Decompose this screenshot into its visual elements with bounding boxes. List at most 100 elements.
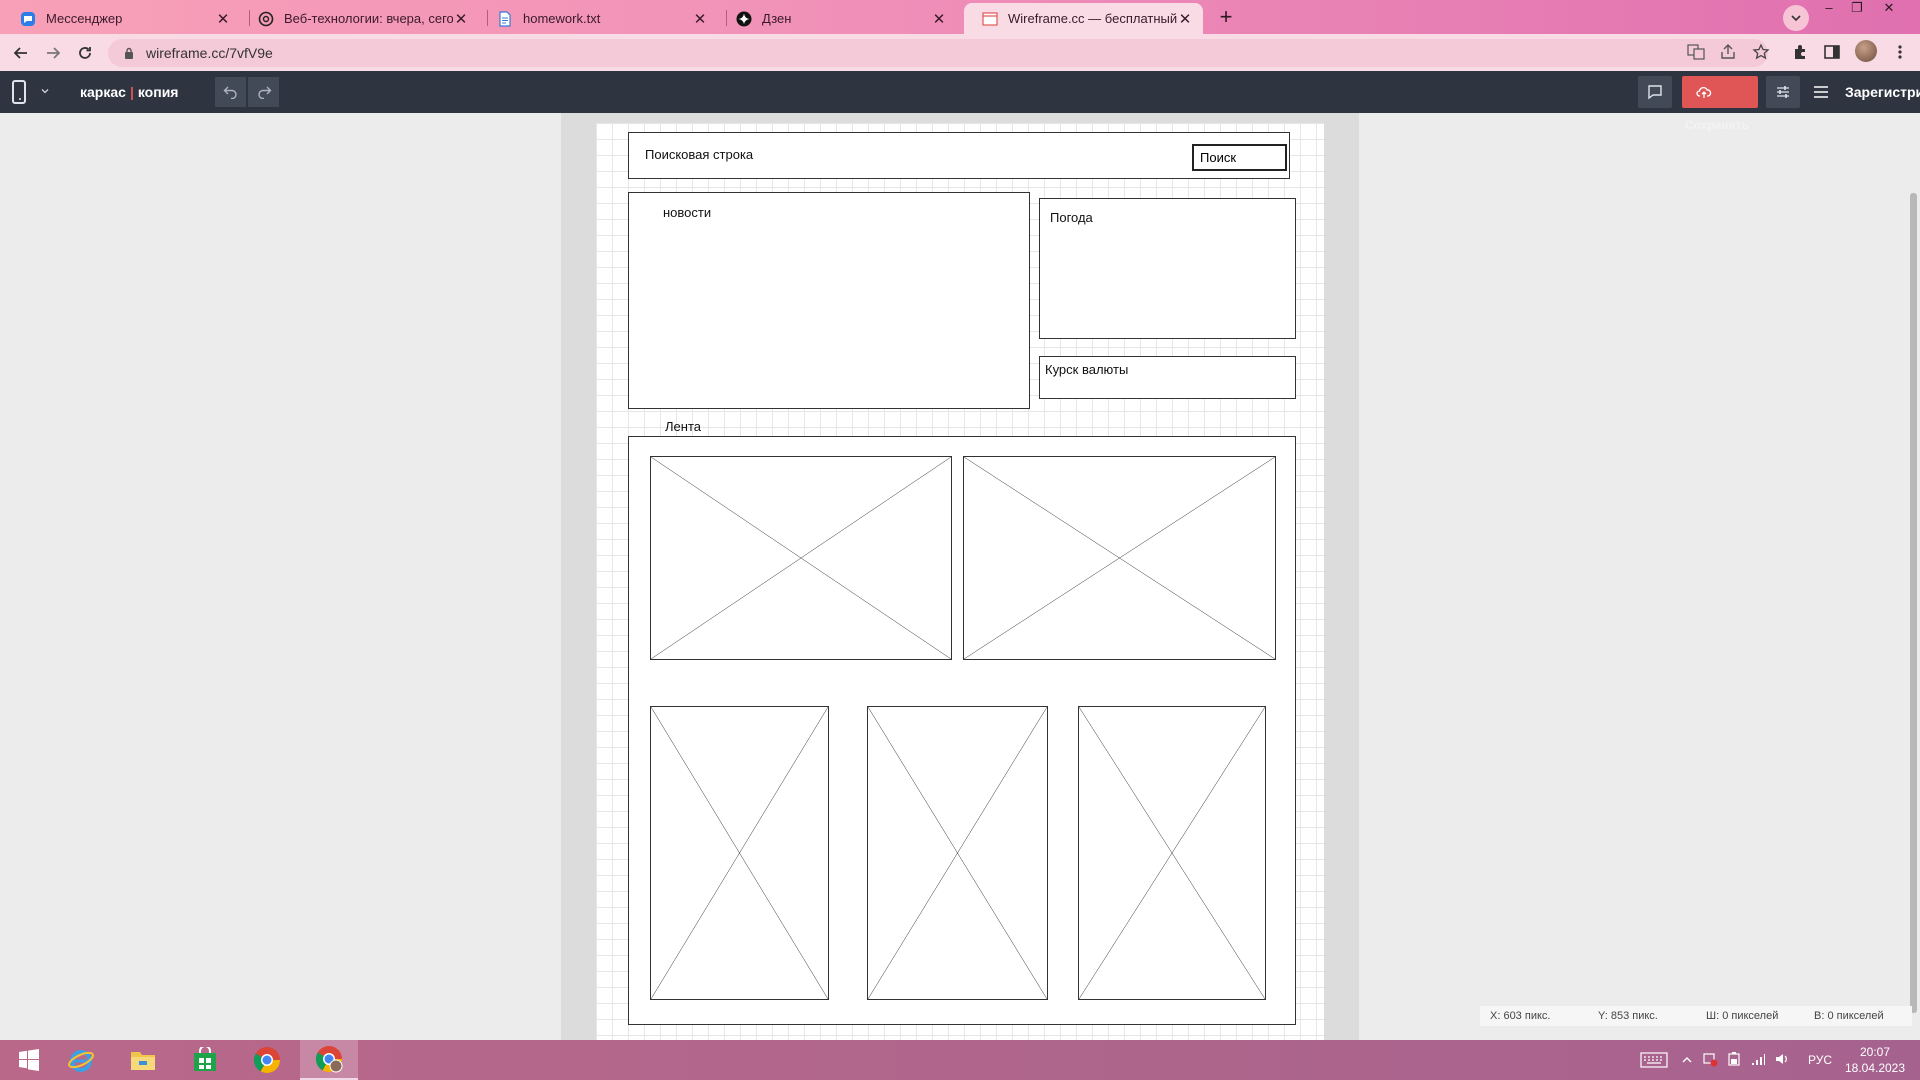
close-icon[interactable]: ✕	[692, 10, 708, 28]
wifi-icon[interactable]	[1750, 1051, 1766, 1070]
close-icon[interactable]: ✕	[931, 10, 947, 28]
close-icon[interactable]: ✕	[215, 10, 231, 28]
url-text: wireframe.cc/7vfV9e	[146, 45, 273, 61]
translate-icon[interactable]	[1684, 40, 1708, 64]
coord-width: Ш: 0 пикселей	[1706, 1010, 1779, 1022]
file-explorer-icon[interactable]	[114, 1040, 172, 1080]
windows-start-icon[interactable]	[0, 1040, 58, 1080]
document-icon	[497, 10, 513, 27]
register-link[interactable]: Зарегистри	[1845, 84, 1920, 100]
chevron-up-icon[interactable]	[1682, 1053, 1692, 1067]
tab-title: Веб-технологии: вчера, сегодня	[284, 11, 453, 26]
system-tray: РУС	[1640, 1040, 1832, 1080]
tab-homework[interactable]: homework.txt ✕	[479, 3, 718, 34]
extensions-icon[interactable]	[1788, 40, 1812, 64]
clock-date: 18.04.2023	[1844, 1061, 1906, 1075]
coord-x: X: 603 пикс.	[1490, 1010, 1551, 1022]
volume-icon[interactable]	[1774, 1051, 1790, 1070]
address-bar[interactable]: wireframe.cc/7vfV9e	[108, 39, 1768, 67]
undo-button[interactable]	[215, 77, 246, 107]
chrome-icon[interactable]	[238, 1040, 296, 1080]
profile-avatar[interactable]	[1855, 40, 1877, 62]
image-placeholder[interactable]	[650, 706, 829, 1000]
coord-height: В: 0 пикселей	[1814, 1010, 1884, 1022]
restore-button[interactable]: ❐	[1842, 0, 1872, 20]
close-icon[interactable]: ✕	[453, 10, 469, 28]
app-title: каркас | копия	[80, 84, 178, 100]
project-subtitle: копия	[137, 84, 179, 100]
window-close-button[interactable]: ✕	[1874, 0, 1904, 20]
history-controls	[215, 77, 279, 107]
image-placeholder[interactable]	[650, 456, 952, 660]
windows-taskbar: РУС 20:07 18.04.2023	[0, 1040, 1920, 1080]
cloud-upload-icon	[1696, 86, 1712, 98]
forward-button[interactable]	[40, 40, 66, 66]
image-placeholder[interactable]	[1078, 706, 1266, 1000]
store-icon[interactable]	[176, 1040, 234, 1080]
back-button[interactable]	[8, 40, 34, 66]
image-placeholder[interactable]	[963, 456, 1276, 660]
vertical-scrollbar[interactable]	[1910, 193, 1917, 1013]
device-selector-icon[interactable]	[12, 80, 26, 104]
new-tab-button[interactable]: +	[1213, 5, 1239, 31]
title-divider: |	[129, 84, 134, 100]
news-block[interactable]	[628, 192, 1030, 409]
search-bar-label: Поисковая строка	[645, 147, 754, 162]
project-name: каркас	[80, 84, 126, 100]
side-panel-icon[interactable]	[1820, 40, 1844, 64]
reload-button[interactable]	[72, 40, 98, 66]
keyboard-icon[interactable]	[1640, 1051, 1668, 1069]
news-label: новости	[663, 205, 712, 220]
feed-label: Лента	[665, 419, 701, 434]
redo-button[interactable]	[248, 77, 279, 107]
chrome-profile-icon[interactable]	[300, 1040, 358, 1080]
settings-button[interactable]	[1766, 76, 1800, 108]
redo-icon	[257, 86, 271, 99]
reload-icon	[79, 47, 91, 59]
chevron-down-icon[interactable]	[40, 86, 50, 96]
clock-time: 20:07	[1859, 1045, 1891, 1059]
bookmark-star-icon[interactable]	[1749, 40, 1773, 64]
undo-icon	[223, 86, 237, 99]
tab-title: Wireframe.cc — бесплатный он	[1008, 11, 1177, 26]
browser-tab-strip: Мессенджер ✕ Веб-технологии: вчера, сего…	[0, 0, 1920, 34]
tab-web-technologies[interactable]: Веб-технологии: вчера, сегодня ✕	[240, 3, 479, 34]
weather-label: Погода	[1050, 210, 1093, 225]
chevron-down-icon	[1791, 15, 1801, 22]
browser-menu-icon[interactable]	[1888, 40, 1912, 64]
currency-label: Курск валюты	[1045, 362, 1129, 377]
save-button[interactable]	[1682, 76, 1758, 108]
arrow-left-icon	[13, 47, 27, 59]
network-status-icon[interactable]	[1702, 1051, 1718, 1070]
battery-icon[interactable]	[1726, 1051, 1742, 1070]
hamburger-menu-icon[interactable]	[1813, 84, 1829, 100]
dzen-icon	[736, 11, 752, 27]
wireframe-canvas[interactable]: Поисковая строка Поиск новости Погода Ку…	[596, 123, 1324, 1040]
minimize-button[interactable]: –	[1814, 0, 1844, 20]
lock-icon	[122, 47, 136, 59]
comment-icon	[1648, 85, 1662, 100]
wireframe-icon	[982, 11, 998, 27]
language-indicator[interactable]: РУС	[1808, 1053, 1832, 1067]
close-icon[interactable]: ✕	[1177, 10, 1193, 28]
sliders-icon	[1777, 86, 1789, 98]
image-placeholder[interactable]	[867, 706, 1048, 1000]
tab-title: Мессенджер	[46, 11, 123, 26]
system-clock[interactable]: 20:07 18.04.2023	[1840, 1044, 1910, 1076]
messenger-icon	[20, 11, 36, 27]
tab-search-button[interactable]	[1783, 5, 1809, 31]
tab-dzen[interactable]: Дзен ✕	[718, 3, 957, 34]
app-header: каркас | копия Зарегистри	[0, 71, 1920, 113]
share-icon[interactable]	[1716, 40, 1740, 64]
search-field[interactable]: Поиск	[1192, 144, 1287, 171]
internet-explorer-icon[interactable]	[52, 1040, 110, 1080]
comment-button[interactable]	[1638, 76, 1672, 108]
status-coordinates: X: 603 пикс. Y: 853 пикс. Ш: 0 пикселей …	[1480, 1006, 1912, 1026]
browser-toolbar: wireframe.cc/7vfV9e	[0, 34, 1920, 71]
coord-y: Y: 853 пикс.	[1598, 1010, 1658, 1022]
tab-messenger[interactable]: Мессенджер ✕	[2, 3, 241, 34]
arrow-right-icon	[47, 47, 61, 59]
tab-title: homework.txt	[523, 11, 601, 26]
tab-wireframe[interactable]: Wireframe.cc — бесплатный он ✕	[964, 3, 1203, 34]
save-label: Сохранять	[1685, 118, 1749, 132]
